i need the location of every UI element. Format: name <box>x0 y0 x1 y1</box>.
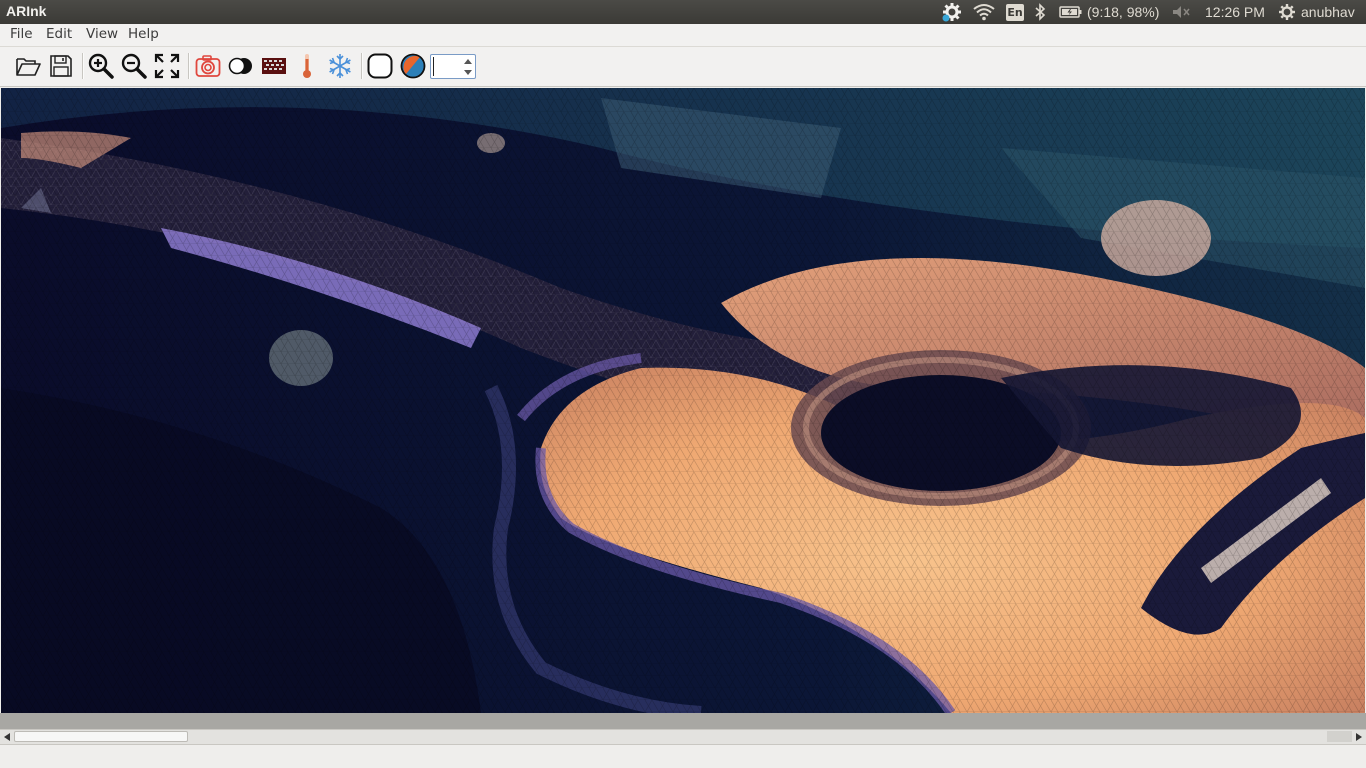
zoom-in-button[interactable] <box>86 51 116 81</box>
power-gear-icon <box>1279 4 1295 20</box>
circle-outline-button[interactable] <box>365 51 395 81</box>
settings-sync-icon[interactable] <box>941 0 963 24</box>
save-button[interactable] <box>46 51 76 81</box>
contrast-button[interactable] <box>226 51 256 81</box>
zoom-out-icon <box>121 53 147 79</box>
menu-edit[interactable]: Edit <box>42 26 76 42</box>
user-menu[interactable]: anubhav <box>1278 0 1355 24</box>
camera-icon <box>195 55 221 77</box>
wifi-icon[interactable] <box>973 0 995 24</box>
mosaic-button[interactable] <box>259 51 289 81</box>
canvas-bottom-area <box>0 713 1366 729</box>
menu-file[interactable]: File <box>6 26 37 42</box>
keyboard-language-icon[interactable]: En <box>1006 0 1024 24</box>
menu-help[interactable]: Help <box>124 26 163 42</box>
fit-to-window-button[interactable] <box>152 51 182 81</box>
scrollbar-thumb[interactable] <box>14 731 188 742</box>
toolbar-separator <box>361 53 363 79</box>
menu-view[interactable]: View <box>82 26 122 42</box>
circle-outline-icon <box>367 53 393 79</box>
horizontal-scrollbar[interactable] <box>0 729 1366 745</box>
save-icon <box>50 55 72 77</box>
guitar-image <box>1 88 1365 713</box>
spin-up-icon[interactable] <box>461 56 474 67</box>
bluetooth-icon[interactable] <box>1034 0 1046 24</box>
image-canvas[interactable] <box>1 88 1365 713</box>
spin-down-icon[interactable] <box>461 67 474 78</box>
user-name: anubhav <box>1301 4 1355 20</box>
scroll-right-icon[interactable] <box>1352 730 1365 744</box>
snowflake-button[interactable] <box>325 51 355 81</box>
open-icon <box>16 58 41 76</box>
app-title: ARInk <box>6 3 47 19</box>
toolbar-separator <box>188 53 190 79</box>
mosaic-pattern-icon <box>262 58 286 74</box>
open-button[interactable] <box>13 51 43 81</box>
contrast-icon <box>228 57 252 75</box>
system-top-panel: ARInk En (9:18, 98%) 12:26 PM anubhav <box>0 0 1366 24</box>
menubar: File Edit View Help <box>0 24 1366 47</box>
clock-text: 12:26 PM <box>1205 4 1265 20</box>
toolbar <box>0 47 1366 87</box>
camera-filter-button[interactable] <box>193 51 223 81</box>
status-bar <box>0 745 1366 768</box>
battery-indicator[interactable]: (9:18, 98%) <box>1059 0 1159 24</box>
clock[interactable]: 12:26 PM <box>1205 0 1265 24</box>
language-indicator: En <box>1006 3 1024 21</box>
toolbar-separator <box>82 53 84 79</box>
battery-icon <box>1059 6 1082 18</box>
brush-size-spinbox[interactable] <box>430 54 476 79</box>
zoom-out-button[interactable] <box>119 51 149 81</box>
volume-muted-icon[interactable] <box>1171 0 1191 24</box>
scroll-left-icon[interactable] <box>0 730 13 744</box>
color-picker-button[interactable] <box>398 51 428 81</box>
temperature-button[interactable] <box>292 51 322 81</box>
battery-status-text: (9:18, 98%) <box>1087 4 1160 20</box>
fit-to-window-icon <box>154 53 180 79</box>
snowflake-icon <box>329 54 351 78</box>
scrollbar-track-end <box>1327 731 1352 742</box>
temperature-icon <box>303 54 311 78</box>
color-picker-icon <box>400 53 426 79</box>
zoom-in-icon <box>88 53 114 79</box>
